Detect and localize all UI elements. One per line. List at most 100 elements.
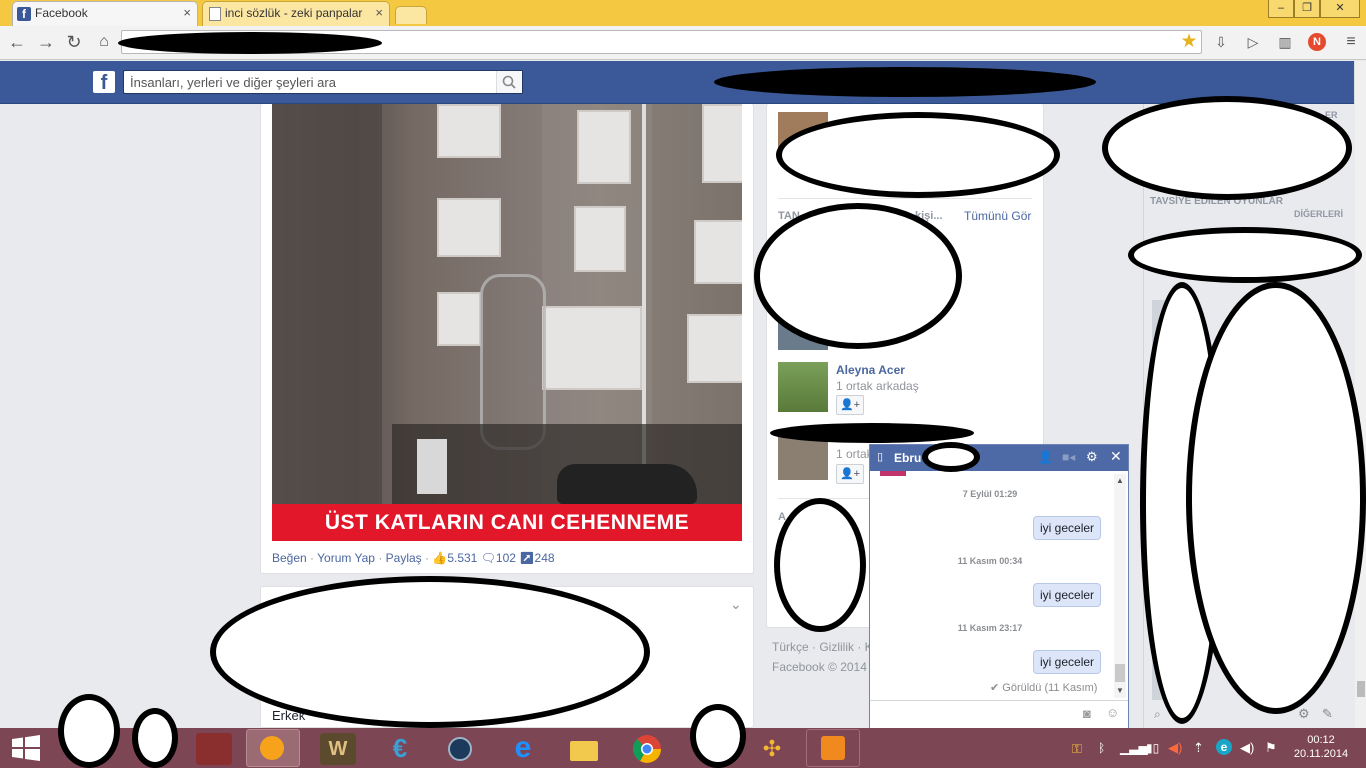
redaction-mark (776, 112, 1060, 198)
chart-icon[interactable]: ▥ (1274, 31, 1296, 53)
restore-button[interactable]: ❐ (1294, 0, 1320, 18)
menu-icon[interactable]: ≡ (1340, 31, 1362, 53)
active-app-icon[interactable] (246, 729, 300, 767)
clock[interactable]: 00:12 20.11.2014 (1292, 734, 1350, 760)
message-timestamp: 7 Eylül 01:29 (962, 489, 1018, 499)
footer-links[interactable]: Türkçe · Gizlilik · K (772, 640, 873, 654)
chevron-down-icon[interactable]: ⌄ (730, 596, 742, 613)
cheat-engine-icon[interactable]: € (382, 733, 418, 765)
battery-icon[interactable]: ▮▯ (1146, 741, 1159, 755)
star-icon[interactable]: ★ (1178, 31, 1200, 53)
minimize-button[interactable]: – (1268, 0, 1294, 18)
tab-inci-sozluk[interactable]: inci sözlük - zeki panpalar × (202, 1, 390, 26)
redaction-mark (132, 708, 178, 768)
emoji-icon[interactable]: ☺ (1106, 705, 1119, 720)
person-name[interactable]: Aleyna Acer (836, 363, 905, 377)
chat-contact-name[interactable]: Ebru (894, 451, 921, 465)
share-link[interactable]: Paylaş (386, 551, 422, 565)
new-tab-button[interactable] (395, 6, 427, 24)
redaction-mark (690, 704, 746, 768)
post-photo[interactable] (272, 104, 742, 541)
reload-icon[interactable]: ↻ (63, 31, 85, 53)
message-bubble: iyi geceler (1033, 583, 1102, 607)
extension-icon[interactable]: N (1308, 33, 1326, 51)
close-window-button[interactable]: ✕ (1320, 0, 1360, 18)
volume-icon[interactable]: ◀) (1240, 740, 1254, 756)
redaction-mark (1128, 227, 1362, 283)
tray-e-icon[interactable]: e (1216, 739, 1232, 755)
copyright: Facebook © 2014 (772, 660, 867, 674)
clock-time: 00:12 (1307, 734, 1335, 746)
like-count[interactable]: 5.531 (447, 551, 477, 565)
windows-start-icon[interactable] (10, 734, 42, 762)
gear-icon[interactable]: ⚙ (1298, 706, 1310, 722)
search-placeholder: İnsanları, yerleri ve diğer şeyleri ara (130, 75, 336, 90)
chrome-icon[interactable] (629, 733, 665, 765)
comment-link[interactable]: Yorum Yap (317, 551, 375, 565)
page-scrollbar[interactable] (1354, 61, 1366, 728)
speaker-alert-icon[interactable]: ◀) (1168, 740, 1182, 756)
play-icon[interactable]: ▷ (1242, 31, 1264, 53)
steam-icon[interactable] (442, 733, 478, 765)
chat-scrollbar[interactable]: ▲ ▼ (1114, 474, 1126, 698)
signal-icon[interactable]: ▁▃▅ (1120, 741, 1148, 755)
search-icon (502, 75, 516, 89)
message-timestamp: 11 Kasım 00:34 (957, 556, 1023, 566)
comment-count[interactable]: 102 (496, 551, 516, 565)
back-icon[interactable]: ← (6, 31, 28, 53)
avatar-aleyna[interactable] (778, 362, 828, 412)
compose-icon[interactable]: ✎ (1322, 706, 1333, 722)
tray-app-icon[interactable]: ⚿ (1072, 741, 1082, 757)
facebook-logo-icon[interactable]: f (93, 71, 115, 94)
games-more-link[interactable]: DİĞERLERİ (1294, 209, 1343, 219)
redaction-mark (770, 423, 974, 443)
search-button[interactable] (496, 71, 522, 93)
photo-caption-banner: ÜST KATLARIN CANI CEHENNEME (272, 504, 742, 541)
facebook-favicon-icon: f (17, 7, 31, 21)
share-arrow-icon: ↗ (519, 551, 535, 565)
close-tab-icon[interactable]: × (183, 5, 191, 20)
home-icon[interactable]: ⌂ (93, 31, 115, 53)
file-explorer-icon[interactable] (566, 733, 602, 765)
tab-label: inci sözlük - zeki panpalar (225, 6, 363, 20)
comment-bubble-icon: 🗨 (480, 551, 496, 565)
see-all-link[interactable]: Tümünü Gör (964, 209, 1031, 223)
avatar (880, 471, 906, 476)
chat-header[interactable]: ▯ Ebru 👤 ■◂ ⚙ ✕ (870, 445, 1128, 471)
mutual-friends: 1 ortak arkadaş (836, 379, 919, 393)
add-person-icon[interactable]: 👤 (1038, 450, 1053, 464)
add-friend-button[interactable]: 👤+ (836, 395, 864, 415)
like-link[interactable]: Beğen (272, 551, 307, 565)
mobile-icon: ▯ (877, 451, 884, 463)
internet-explorer-icon[interactable]: e (505, 733, 541, 765)
gear-icon[interactable]: ⚙ (1086, 449, 1098, 465)
camera-icon[interactable]: ◙ (1083, 706, 1091, 721)
flag-icon[interactable]: ⚑ (1265, 740, 1277, 756)
close-tab-icon[interactable]: × (375, 5, 383, 20)
message-bubble: iyi geceler (1033, 516, 1102, 540)
redaction-mark (774, 498, 866, 632)
message-input[interactable]: ◙ ☺ (870, 700, 1128, 728)
media-player-icon[interactable] (806, 729, 860, 767)
share-count[interactable]: 248 (535, 551, 555, 565)
tab-label: Facebook (35, 6, 88, 20)
forward-icon[interactable]: → (35, 31, 57, 53)
video-call-icon[interactable]: ■◂ (1062, 450, 1075, 464)
document-icon (209, 7, 221, 21)
mutual-friends: 1 ortak (836, 447, 873, 461)
seen-label: Görüldü (11 Kasım) (1002, 682, 1098, 694)
gamepad-icon[interactable]: ✣ (754, 733, 790, 765)
tab-facebook[interactable]: f Facebook × (12, 1, 198, 26)
game-app-icon[interactable] (196, 733, 232, 765)
search-icon[interactable]: ⌕ (1154, 707, 1161, 722)
usb-icon[interactable]: ⇡ (1193, 740, 1204, 756)
download-icon[interactable]: ⇩ (1210, 31, 1232, 53)
scrollbar-thumb[interactable] (1357, 681, 1365, 697)
warcraft-app-icon[interactable]: W (320, 733, 356, 765)
search-input[interactable]: İnsanları, yerleri ve diğer şeyleri ara (123, 70, 523, 94)
add-friend-button[interactable]: 👤+ (836, 464, 864, 484)
divider (778, 198, 1032, 199)
bluetooth-icon[interactable]: ᛒ (1098, 741, 1105, 755)
close-icon[interactable]: ✕ (1110, 448, 1122, 465)
redaction-mark (58, 694, 120, 768)
